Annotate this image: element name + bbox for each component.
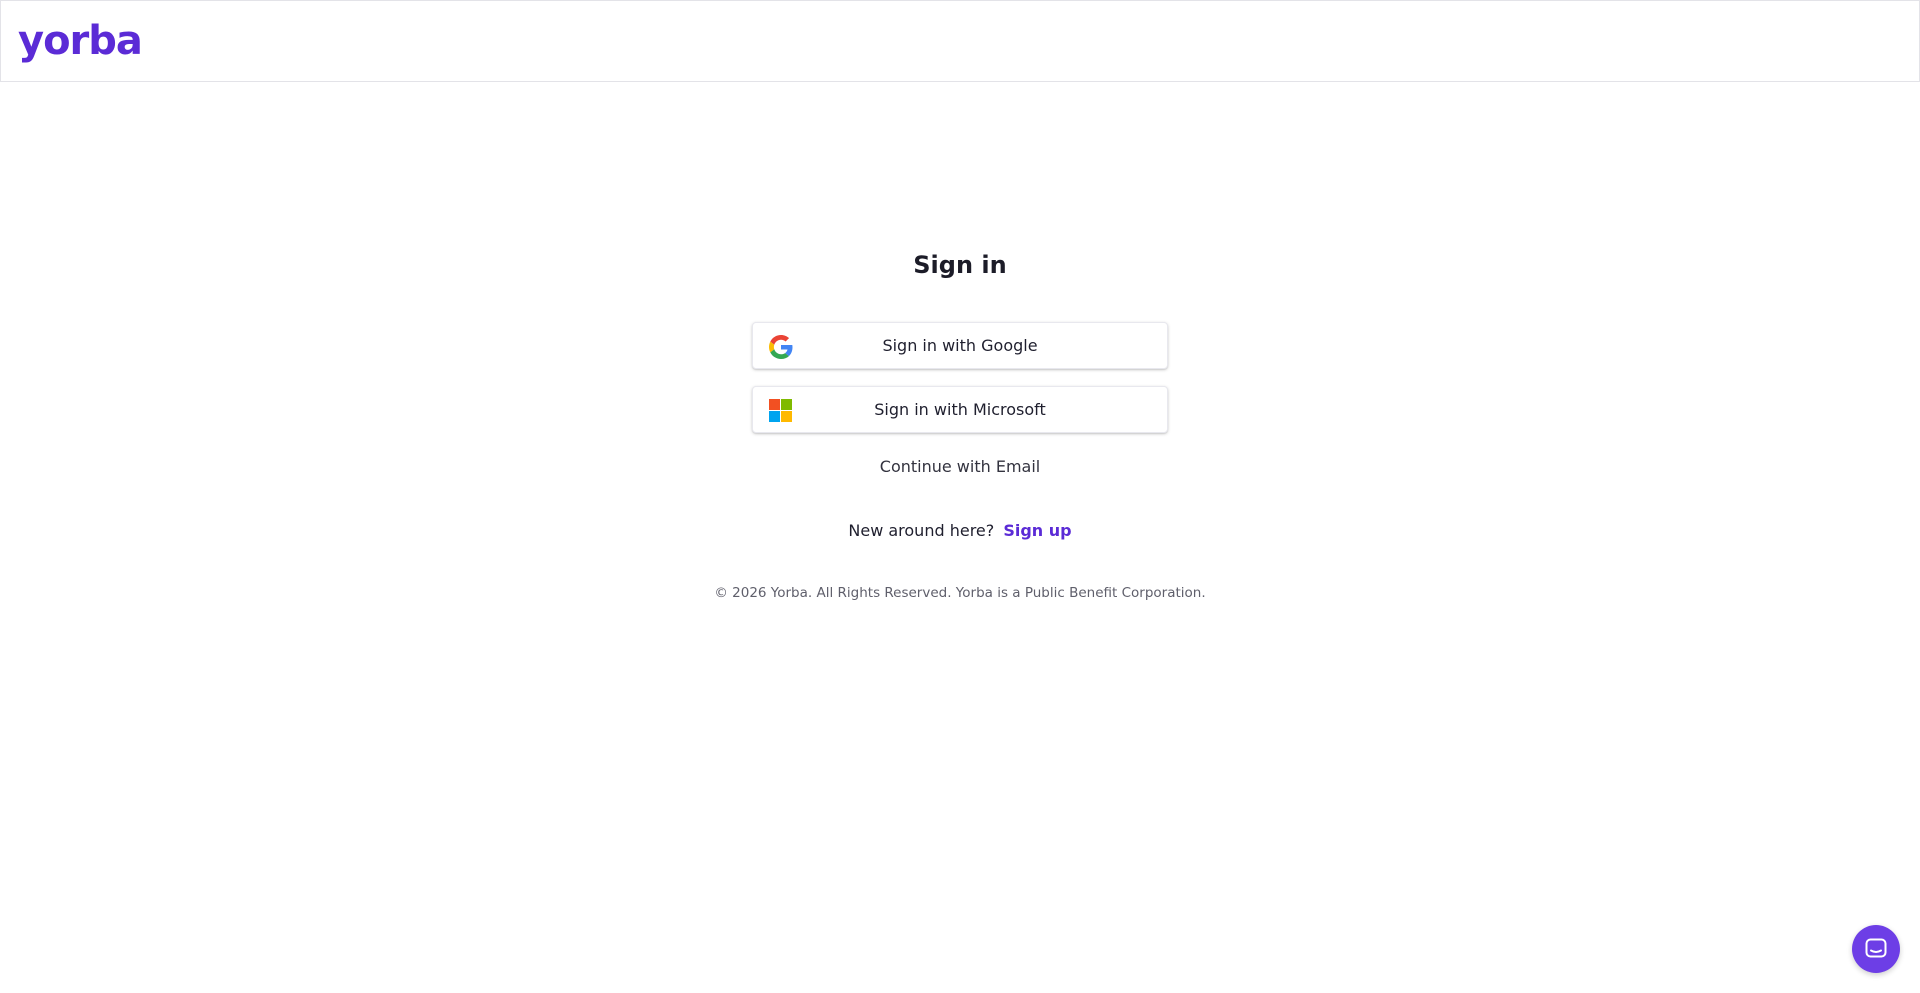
yorba-logo[interactable]: yorba xyxy=(18,17,143,65)
signin-panel: Sign in Sign in with Google Sign in with… xyxy=(0,82,1920,993)
sign-up-link[interactable]: Sign up xyxy=(1003,521,1071,540)
continue-with-email-link[interactable]: Continue with Email xyxy=(0,455,1920,479)
new-user-prompt: New around here? xyxy=(848,521,995,540)
sign-in-google-label: Sign in with Google xyxy=(882,336,1038,355)
copyright-notice: © 2026 Yorba. All Rights Reserved. Yorba… xyxy=(714,585,1206,601)
chat-icon xyxy=(1865,938,1887,958)
page-title: Sign in xyxy=(913,251,1007,279)
top-header: yorba xyxy=(0,0,1920,82)
sign-in-microsoft-label: Sign in with Microsoft xyxy=(874,400,1046,419)
chat-launcher-button[interactable] xyxy=(1852,925,1900,973)
signup-prompt: New around here? Sign up xyxy=(0,519,1920,543)
sign-in-microsoft-button[interactable]: Sign in with Microsoft xyxy=(752,386,1168,433)
sign-in-google-button[interactable]: Sign in with Google xyxy=(752,322,1168,369)
